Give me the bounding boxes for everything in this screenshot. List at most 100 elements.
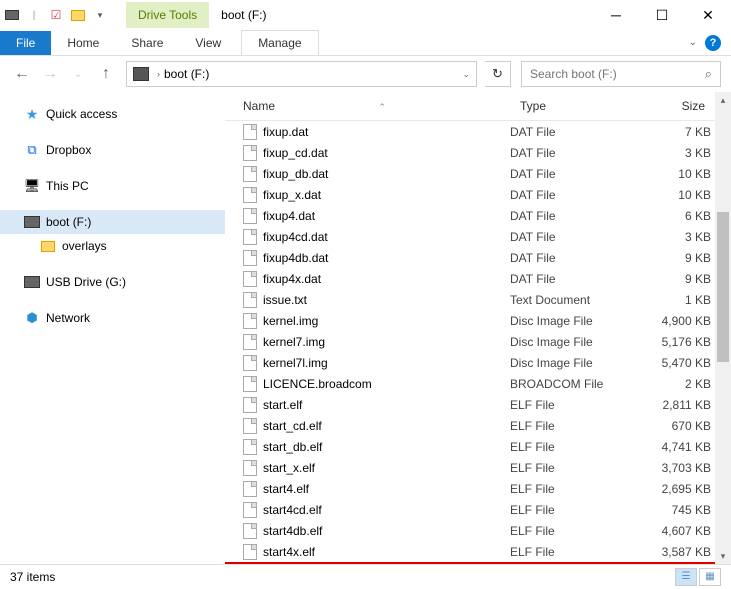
file-row[interactable]: start4.elfELF File2,695 KB: [225, 478, 715, 499]
file-icon: [243, 187, 257, 203]
file-row[interactable]: issue.txtText Document1 KB: [225, 289, 715, 310]
file-icon: [243, 292, 257, 308]
breadcrumb[interactable]: › boot (F:) ⌄: [126, 61, 477, 87]
tree-this-pc[interactable]: 🖥 This PC: [0, 174, 225, 198]
file-row[interactable]: kernel7.imgDisc Image File5,176 KB: [225, 331, 715, 352]
forward-button[interactable]: →: [38, 62, 62, 86]
column-size[interactable]: Size: [630, 96, 715, 116]
file-row[interactable]: fixup4x.datDAT File9 KB: [225, 268, 715, 289]
file-name: start4.elf: [263, 482, 309, 496]
breadcrumb-location[interactable]: boot (F:): [164, 67, 209, 81]
file-row[interactable]: kernel7l.imgDisc Image File5,470 KB: [225, 352, 715, 373]
file-row[interactable]: kernel.imgDisc Image File4,900 KB: [225, 310, 715, 331]
tree-boot-drive[interactable]: boot (F:): [0, 210, 225, 234]
scrollbar-thumb[interactable]: [717, 212, 729, 362]
file-type: DAT File: [510, 146, 630, 160]
file-type: ELF File: [510, 440, 630, 454]
file-name: start4cd.elf: [263, 503, 322, 517]
file-size: 9 KB: [630, 251, 715, 265]
back-button[interactable]: ←: [10, 62, 34, 86]
chevron-right-icon[interactable]: ›: [157, 69, 160, 79]
icons-view-button[interactable]: ▦: [699, 568, 721, 586]
drive-tools-contextual-tab[interactable]: Drive Tools: [126, 2, 209, 28]
file-size: 6 KB: [630, 209, 715, 223]
file-row[interactable]: start_cd.elfELF File670 KB: [225, 415, 715, 436]
file-icon: [243, 376, 257, 392]
minimize-button[interactable]: ─: [593, 0, 639, 30]
qat-separator: |: [26, 7, 42, 23]
up-button[interactable]: ↑: [94, 62, 118, 86]
file-type: Text Document: [510, 293, 630, 307]
column-type[interactable]: Type: [510, 96, 630, 116]
folder-icon[interactable]: [70, 7, 86, 23]
column-name[interactable]: Name ⌃: [225, 96, 510, 116]
vertical-scrollbar[interactable]: ▴ ▾: [715, 92, 731, 564]
file-row[interactable]: start.elfELF File2,811 KB: [225, 394, 715, 415]
search-box[interactable]: ⌕: [521, 61, 721, 87]
details-view-button[interactable]: ☰: [675, 568, 697, 586]
tree-label: Quick access: [46, 107, 117, 121]
maximize-button[interactable]: ☐: [639, 0, 685, 30]
file-name: LICENCE.broadcom: [263, 377, 372, 391]
drive-icon: [4, 7, 20, 23]
file-type: DAT File: [510, 125, 630, 139]
sort-indicator-icon: ⌃: [378, 102, 386, 112]
file-name: start4db.elf: [263, 524, 322, 538]
file-icon: [243, 502, 257, 518]
file-type: BROADCOM File: [510, 377, 630, 391]
tree-label: USB Drive (G:): [46, 275, 126, 289]
file-type: DAT File: [510, 230, 630, 244]
scroll-down-icon[interactable]: ▾: [715, 548, 731, 564]
tree-dropbox[interactable]: ⧉ Dropbox: [0, 138, 225, 162]
view-switcher: ☰ ▦: [675, 568, 721, 586]
tree-overlays-folder[interactable]: overlays: [0, 234, 225, 258]
file-row[interactable]: start4cd.elfELF File745 KB: [225, 499, 715, 520]
tree-network[interactable]: ⬢ Network: [0, 306, 225, 330]
tab-file[interactable]: File: [0, 31, 51, 55]
ribbon-expand-icon[interactable]: ⌄: [689, 37, 697, 48]
file-row[interactable]: fixup_cd.datDAT File3 KB: [225, 142, 715, 163]
file-row[interactable]: SSHFile0 KB: [225, 562, 715, 564]
file-row[interactable]: fixup4cd.datDAT File3 KB: [225, 226, 715, 247]
file-row[interactable]: fixup_x.datDAT File10 KB: [225, 184, 715, 205]
tree-quick-access[interactable]: ★ Quick access: [0, 102, 225, 126]
qat-dropdown-icon[interactable]: ▾: [92, 7, 108, 23]
file-size: 2,695 KB: [630, 482, 715, 496]
search-icon[interactable]: ⌕: [705, 66, 712, 82]
properties-icon[interactable]: ☑: [48, 7, 64, 23]
file-icon: [243, 460, 257, 476]
file-size: 5,176 KB: [630, 335, 715, 349]
recent-dropdown-icon[interactable]: ⌄: [66, 62, 90, 86]
search-input[interactable]: [530, 67, 705, 81]
file-row[interactable]: fixup4db.datDAT File9 KB: [225, 247, 715, 268]
file-icon: [243, 313, 257, 329]
tab-view[interactable]: View: [179, 31, 237, 55]
file-row[interactable]: start_db.elfELF File4,741 KB: [225, 436, 715, 457]
file-size: 4,607 KB: [630, 524, 715, 538]
window-controls: ─ ☐ ✕: [593, 0, 731, 30]
file-row[interactable]: start_x.elfELF File3,703 KB: [225, 457, 715, 478]
file-type: ELF File: [510, 524, 630, 538]
file-name: kernel7l.img: [263, 356, 328, 370]
tab-manage[interactable]: Manage: [241, 30, 318, 55]
file-size: 5,470 KB: [630, 356, 715, 370]
tab-home[interactable]: Home: [51, 31, 115, 55]
file-row[interactable]: start4x.elfELF File3,587 KB: [225, 541, 715, 562]
file-row[interactable]: fixup4.datDAT File6 KB: [225, 205, 715, 226]
network-icon: ⬢: [24, 310, 40, 326]
file-row[interactable]: LICENCE.broadcomBROADCOM File2 KB: [225, 373, 715, 394]
close-button[interactable]: ✕: [685, 0, 731, 30]
tab-share[interactable]: Share: [115, 31, 179, 55]
file-size: 3 KB: [630, 230, 715, 244]
file-row[interactable]: start4db.elf ELF File4,607 KB: [225, 520, 715, 541]
refresh-button[interactable]: ↻: [485, 61, 511, 87]
file-size: 2,811 KB: [630, 398, 715, 412]
help-icon[interactable]: ?: [705, 35, 721, 51]
file-row[interactable]: fixup.datDAT File7 KB: [225, 121, 715, 142]
file-type: DAT File: [510, 209, 630, 223]
file-row[interactable]: fixup_db.datDAT File10 KB: [225, 163, 715, 184]
tree-usb-drive[interactable]: USB Drive (G:): [0, 270, 225, 294]
drive-icon: [133, 67, 149, 81]
breadcrumb-dropdown-icon[interactable]: ⌄: [462, 69, 470, 80]
scroll-up-icon[interactable]: ▴: [715, 92, 731, 108]
